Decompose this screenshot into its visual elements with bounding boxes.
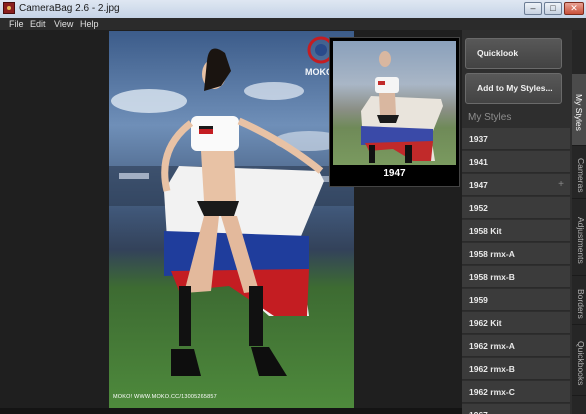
maximize-button[interactable]: □ (544, 2, 562, 15)
tab-quickbooks[interactable]: Quickbooks (572, 326, 586, 396)
style-item-label: 1962 rmx-A (469, 341, 515, 351)
window-title: CameraBag 2.6 - 2.jpg (19, 3, 120, 14)
menu-file[interactable]: File (9, 18, 24, 30)
style-item-1952[interactable]: 1952 (462, 197, 570, 219)
add-style-icon[interactable]: + (558, 174, 564, 196)
style-item-label: 1967 (469, 410, 488, 414)
style-item-label: 1941 (469, 157, 488, 167)
style-item-1967[interactable]: 1967 (462, 404, 570, 414)
vertical-tab-bar: My Styles Cameras Adjustments Borders Qu… (572, 30, 586, 414)
tab-my-styles[interactable]: My Styles (572, 74, 586, 146)
style-item-label: 1962 Kit (469, 318, 502, 328)
minimize-button[interactable]: – (524, 2, 542, 15)
tab-borders[interactable]: Borders (572, 277, 586, 325)
style-item-1958-kit[interactable]: 1958 Kit (462, 220, 570, 242)
style-item-1941[interactable]: 1941 (462, 151, 570, 173)
styles-panel: Quicklook Add to My Styles... My Styles … (462, 30, 572, 414)
style-item-label: 1958 rmx-B (469, 272, 515, 282)
style-item-label: 1958 Kit (469, 226, 502, 236)
quicklook-button[interactable]: Quicklook (465, 38, 562, 69)
add-to-my-styles-button[interactable]: Add to My Styles... (465, 73, 562, 104)
style-item-1937[interactable]: 1937 (462, 128, 570, 150)
main-photo[interactable]: MOKO! MOKO! WWW.MOKO.CC/13005265857 (109, 31, 354, 408)
menu-view[interactable]: View (54, 18, 73, 30)
style-list: 1937 1941 1947 + 1952 1958 Kit 1958 rmx-A… (462, 128, 570, 414)
title-bar: CameraBag 2.6 - 2.jpg – □ ✕ (0, 0, 586, 19)
style-item-label: 1959 (469, 295, 488, 305)
style-item-1962-rmx-a[interactable]: 1962 rmx-A (462, 335, 570, 357)
style-item-label: 1952 (469, 203, 488, 213)
style-item-1962-rmx-c[interactable]: 1962 rmx-C (462, 381, 570, 403)
preview-illustration (361, 51, 443, 163)
menu-help[interactable]: Help (80, 18, 99, 30)
style-item-label: 1937 (469, 134, 488, 144)
style-item-1958-rmx-b[interactable]: 1958 rmx-B (462, 266, 570, 288)
tab-adjustments[interactable]: Adjustments (572, 200, 586, 276)
style-item-1958-rmx-a[interactable]: 1958 rmx-A (462, 243, 570, 265)
photo-illustration (109, 36, 354, 376)
my-styles-heading: My Styles (468, 112, 512, 123)
camerabag-app-icon (3, 2, 15, 14)
close-button[interactable]: ✕ (564, 2, 584, 15)
status-strip (0, 408, 462, 414)
style-item-1962-kit[interactable]: 1962 Kit (462, 312, 570, 334)
style-item-1959[interactable]: 1959 (462, 289, 570, 311)
style-item-label: 1962 rmx-B (469, 364, 515, 374)
style-item-label: 1947 (469, 180, 488, 190)
style-preview-image (333, 41, 456, 165)
menu-bar: File Edit View Help (0, 18, 586, 30)
style-item-label: 1958 rmx-A (469, 249, 515, 259)
style-preview-card[interactable]: 1947 (329, 37, 460, 187)
style-item-1947[interactable]: 1947 + (462, 174, 570, 196)
tab-cameras[interactable]: Cameras (572, 147, 586, 199)
preview-style-label: 1947 (383, 168, 406, 179)
style-item-1962-rmx-b[interactable]: 1962 rmx-B (462, 358, 570, 380)
menu-edit[interactable]: Edit (30, 18, 46, 30)
style-item-label: 1962 rmx-C (469, 387, 515, 397)
photo-caption: MOKO! WWW.MOKO.CC/13005265857 (113, 394, 217, 400)
